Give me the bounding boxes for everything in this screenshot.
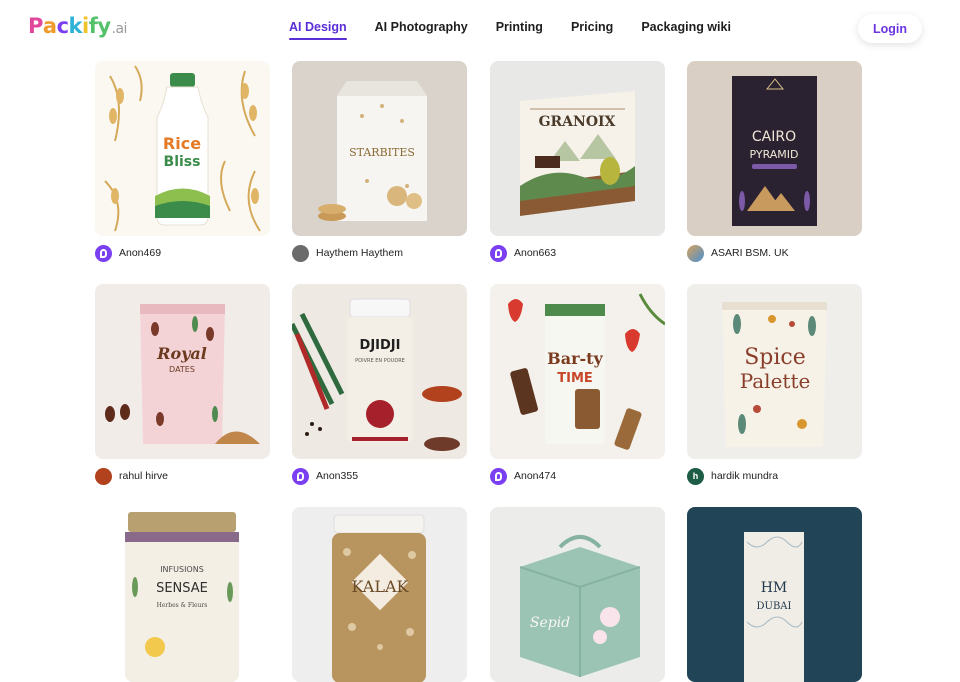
svg-text:KALAK: KALAK [352, 577, 410, 596]
p-icon [490, 244, 507, 262]
svg-text:Herbes & Fleurs: Herbes & Fleurs [157, 602, 208, 609]
svg-text:HM: HM [761, 580, 788, 596]
author-name[interactable]: Anon663 [514, 247, 556, 259]
svg-text:POIVRE EN POUDRE: POIVRE EN POUDRE [355, 358, 405, 364]
main-nav: AI Design AI Photography Printing Pricin… [289, 20, 759, 40]
design-image-royal-dates[interactable]: Royal DATES [95, 284, 270, 459]
gallery-card[interactable]: GRANOIX Anon663 [490, 61, 665, 262]
svg-text:SENSAE: SENSAE [156, 581, 208, 596]
user-photo-avatar [687, 244, 704, 262]
svg-text:GRANOIX: GRANOIX [539, 114, 616, 130]
gallery-card[interactable]: Rice Bliss Anon469 [95, 61, 270, 262]
gallery-card[interactable]: Bar-ty TIME Anon474 [490, 284, 665, 485]
login-button[interactable]: Login [858, 14, 922, 43]
svg-text:Palette: Palette [740, 369, 811, 393]
nav-printing[interactable]: Printing [496, 20, 543, 34]
author-name[interactable]: Anon469 [119, 247, 161, 259]
svg-text:Sepid: Sepid [530, 615, 570, 631]
nav-ai-design[interactable]: AI Design [289, 20, 347, 40]
author-name[interactable]: rahul hirve [119, 470, 168, 482]
user-photo-avatar [292, 244, 309, 262]
nav-ai-photography[interactable]: AI Photography [375, 20, 468, 34]
top-header: Pa c k i fy .ai AI Design AI Photography Prin… [0, 0, 960, 58]
svg-text:Spice: Spice [744, 345, 806, 370]
author-row[interactable]: Anon663 [490, 244, 665, 262]
svg-text:DATES: DATES [169, 365, 195, 374]
p-icon [292, 467, 309, 485]
author-name[interactable]: Anon355 [316, 470, 358, 482]
user-photo-avatar: h [687, 467, 704, 485]
author-row[interactable]: Anon355 [292, 467, 467, 485]
svg-text:PYRAMID: PYRAMID [749, 148, 798, 161]
p-icon [490, 467, 507, 485]
design-image-starbites[interactable]: STARBITES [292, 61, 467, 236]
gallery-card[interactable]: INFUSIONS SENSAE Herbes & Fleurs [95, 507, 270, 682]
design-image-sepid[interactable]: Sepid [490, 507, 665, 682]
svg-text:Bliss: Bliss [164, 154, 201, 170]
nav-pricing[interactable]: Pricing [571, 20, 613, 34]
design-image-rice-bliss[interactable]: Rice Bliss [95, 61, 270, 236]
gallery-card[interactable]: Sepid [490, 507, 665, 682]
author-name[interactable]: hardik mundra [711, 470, 778, 482]
svg-text:DUBAI: DUBAI [757, 601, 792, 612]
author-row[interactable]: Haythem Haythem [292, 244, 467, 262]
design-image-hm-dubai[interactable]: HM DUBAI [687, 507, 862, 682]
user-photo-avatar [95, 467, 112, 485]
svg-text:TIME: TIME [557, 371, 593, 386]
brand-logo[interactable]: Pa c k i fy .ai [28, 14, 127, 38]
gallery-card[interactable]: KALAK [292, 507, 467, 682]
p-icon [95, 244, 112, 262]
gallery-card[interactable]: HM DUBAI [687, 507, 862, 682]
author-row[interactable]: h hardik mundra [687, 467, 862, 485]
gallery-card[interactable]: Spice Palette h hardik mundra [687, 284, 862, 485]
design-image-sensae[interactable]: INFUSIONS SENSAE Herbes & Fleurs [95, 507, 270, 682]
svg-text:Bar-ty: Bar-ty [547, 349, 603, 368]
author-row[interactable]: rahul hirve [95, 467, 270, 485]
gallery-card[interactable]: Royal DATES rahul hirve [95, 284, 270, 485]
author-name[interactable]: Haythem Haythem [316, 247, 403, 259]
gallery-card[interactable]: CAIRO PYRAMID ASARI BSM. UK [687, 61, 862, 262]
svg-text:INFUSIONS: INFUSIONS [160, 565, 204, 574]
author-name[interactable]: Anon474 [514, 470, 556, 482]
svg-text:CAIRO: CAIRO [752, 129, 796, 145]
design-image-cairo-pyramid[interactable]: CAIRO PYRAMID [687, 61, 862, 236]
design-image-djidji[interactable]: DJIDJI POIVRE EN POUDRE [292, 284, 467, 459]
svg-text:DJIDJI: DJIDJI [360, 338, 401, 353]
author-row[interactable]: Anon474 [490, 467, 665, 485]
nav-packaging-wiki[interactable]: Packaging wiki [641, 20, 731, 34]
design-image-granoix[interactable]: GRANOIX [490, 61, 665, 236]
svg-text:Royal: Royal [156, 344, 207, 363]
gallery-card[interactable]: DJIDJI POIVRE EN POUDRE Anon355 [292, 284, 467, 485]
svg-text:Rice: Rice [163, 134, 201, 153]
author-row[interactable]: Anon469 [95, 244, 270, 262]
design-image-spice-palette[interactable]: Spice Palette [687, 284, 862, 459]
svg-text:STARBITES: STARBITES [349, 146, 415, 159]
author-name[interactable]: ASARI BSM. UK [711, 247, 789, 259]
author-row[interactable]: ASARI BSM. UK [687, 244, 862, 262]
gallery-card[interactable]: STARBITES Haythem Haythem [292, 61, 467, 262]
design-image-kalak[interactable]: KALAK [292, 507, 467, 682]
design-image-barty-time[interactable]: Bar-ty TIME [490, 284, 665, 459]
